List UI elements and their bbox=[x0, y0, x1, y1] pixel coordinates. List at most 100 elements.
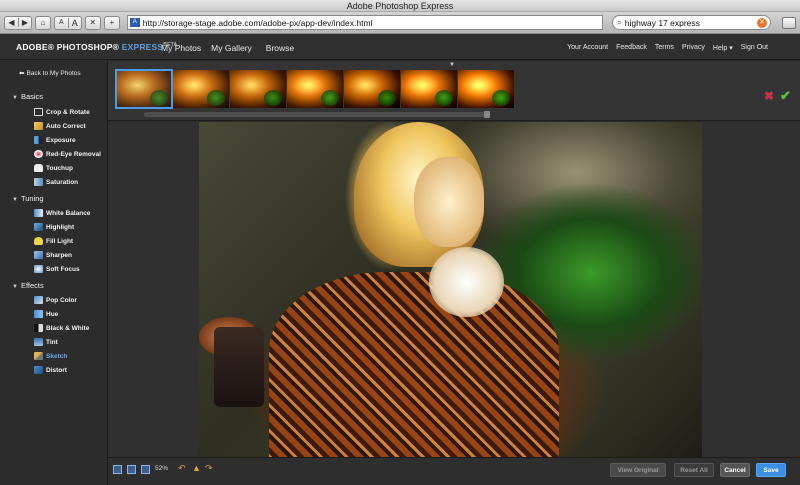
address-text: http://storage-stage.adobe.com/adobe-px/… bbox=[142, 17, 373, 28]
expand-triangle-icon: ▼ bbox=[12, 95, 18, 101]
tool-label: Exposure bbox=[46, 136, 76, 144]
add-bookmark-button[interactable]: + bbox=[103, 15, 120, 30]
scrollbar-thumb[interactable] bbox=[484, 111, 490, 118]
preview-thumbnail[interactable] bbox=[287, 70, 343, 108]
editor-bottom-bar: 52% ↶ ▲ ↷ View Original Reset All Cancel… bbox=[108, 457, 800, 485]
history-up-icon[interactable]: ▲ bbox=[192, 463, 201, 473]
forward-button[interactable]: ▶ bbox=[17, 18, 31, 27]
view-mode-button-2[interactable] bbox=[127, 465, 136, 474]
preview-thumbnail[interactable] bbox=[115, 69, 173, 109]
black-white-icon bbox=[34, 324, 43, 332]
save-button[interactable]: Save bbox=[756, 463, 786, 477]
back-arrow-icon: ⬅ bbox=[19, 70, 25, 77]
preview-thumbnails bbox=[115, 69, 514, 109]
tool-auto-correct[interactable]: Auto Correct bbox=[34, 122, 86, 130]
saturation-icon bbox=[34, 178, 43, 186]
preview-thumbnail[interactable] bbox=[458, 70, 514, 108]
preview-thumbnail[interactable] bbox=[173, 70, 229, 108]
hand-icon bbox=[34, 164, 43, 172]
tool-distort[interactable]: Distort bbox=[34, 366, 67, 374]
main-nav: My Photos My Gallery Browse bbox=[161, 43, 294, 53]
window-titlebar: Adobe Photoshop Express bbox=[0, 0, 800, 12]
reject-icon[interactable]: ✖ bbox=[764, 89, 774, 103]
section-effects[interactable]: ▼ Effects bbox=[12, 281, 44, 290]
photo-face-region bbox=[414, 157, 484, 247]
tool-label: Pop Color bbox=[46, 296, 78, 304]
expand-triangle-icon: ▼ bbox=[12, 284, 18, 290]
pencil-icon bbox=[34, 352, 43, 360]
photo-cup-region bbox=[214, 327, 264, 407]
preview-thumbnail[interactable] bbox=[344, 70, 400, 108]
section-tuning[interactable]: ▼ Tuning bbox=[12, 194, 44, 203]
nav-my-gallery[interactable]: My Gallery bbox=[211, 43, 252, 53]
tool-label: Sketch bbox=[46, 352, 68, 360]
text-size-buttons: A A bbox=[53, 15, 82, 30]
collapse-strip-icon[interactable]: ▼ bbox=[448, 62, 456, 68]
link-terms[interactable]: Terms bbox=[655, 44, 674, 52]
section-title: Tuning bbox=[20, 194, 44, 203]
eye-icon bbox=[34, 150, 43, 158]
preview-thumbnail[interactable] bbox=[401, 70, 457, 108]
tool-label: Crop & Rotate bbox=[46, 108, 90, 116]
home-button[interactable]: ⌂ bbox=[34, 15, 51, 30]
nav-my-photos[interactable]: My Photos bbox=[161, 43, 201, 53]
photo-sweater-region bbox=[269, 272, 559, 457]
link-feedback[interactable]: Feedback bbox=[616, 44, 647, 52]
back-to-my-photos-link[interactable]: ⬅ Back to My Photos bbox=[19, 69, 81, 77]
redo-icon[interactable]: ↷ bbox=[205, 463, 213, 474]
reset-all-button[interactable]: Reset All bbox=[674, 463, 714, 477]
tool-highlight[interactable]: Highlight bbox=[34, 223, 74, 231]
nav-browse[interactable]: Browse bbox=[266, 43, 294, 53]
white-balance-icon bbox=[34, 209, 43, 217]
strip-scrollbar[interactable] bbox=[144, 111, 490, 118]
text-smaller-button[interactable]: A bbox=[55, 19, 68, 26]
view-mode-button-1[interactable] bbox=[113, 465, 122, 474]
search-value: highway 17 express bbox=[624, 17, 700, 28]
stop-button[interactable]: ✕ bbox=[84, 15, 101, 30]
tool-label: Red-Eye Removal bbox=[46, 150, 101, 158]
tool-pop-color[interactable]: Pop Color bbox=[34, 296, 77, 304]
section-basics[interactable]: ▼ Basics bbox=[12, 92, 43, 101]
back-button[interactable]: ◀ bbox=[5, 18, 18, 27]
text-larger-button[interactable]: A bbox=[67, 17, 81, 28]
tool-white-balance[interactable]: White Balance bbox=[34, 209, 90, 217]
accept-icon[interactable]: ✔ bbox=[780, 88, 791, 104]
cancel-button[interactable]: Cancel bbox=[720, 463, 750, 477]
tool-tint[interactable]: Tint bbox=[34, 338, 58, 346]
tool-fill-light[interactable]: Fill Light bbox=[34, 237, 73, 245]
link-privacy[interactable]: Privacy bbox=[682, 44, 705, 52]
fit-view-button[interactable] bbox=[141, 465, 150, 474]
adobe-favicon-icon: A bbox=[129, 18, 140, 27]
link-sign-out[interactable]: Sign Out bbox=[741, 44, 768, 52]
preview-thumbnail[interactable] bbox=[230, 70, 286, 108]
undo-icon[interactable]: ↶ bbox=[178, 463, 186, 474]
tool-label: Fill Light bbox=[46, 237, 74, 245]
rss-icon[interactable] bbox=[782, 16, 796, 29]
hue-icon bbox=[34, 310, 43, 318]
tool-sketch[interactable]: Sketch bbox=[34, 352, 67, 360]
tool-crop-rotate[interactable]: Crop & Rotate bbox=[34, 108, 90, 116]
view-original-button[interactable]: View Original bbox=[610, 463, 666, 477]
logo-brand: ADOBE® PHOTOSHOP® bbox=[16, 42, 120, 52]
tool-sharpen[interactable]: Sharpen bbox=[34, 251, 72, 259]
browser-toolbar: ◀ ▶ ⌂ A A ✕ + A http://storage-stage.ado… bbox=[0, 12, 800, 34]
tool-label: Sharpen bbox=[46, 251, 73, 259]
tool-saturation[interactable]: Saturation bbox=[34, 178, 78, 186]
tool-exposure[interactable]: Exposure bbox=[34, 136, 76, 144]
soft-focus-icon bbox=[34, 265, 43, 273]
tool-hue[interactable]: Hue bbox=[34, 310, 58, 318]
back-label: Back to My Photos bbox=[26, 70, 81, 77]
photo-canvas bbox=[108, 122, 800, 457]
tool-soft-focus[interactable]: Soft Focus bbox=[34, 265, 80, 273]
tool-label: White Balance bbox=[46, 209, 91, 217]
address-bar[interactable]: A http://storage-stage.adobe.com/adobe-p… bbox=[126, 15, 603, 30]
tool-red-eye[interactable]: Red-Eye Removal bbox=[34, 150, 101, 158]
link-help[interactable]: Help ▾ bbox=[713, 44, 733, 52]
link-your-account[interactable]: Your Account bbox=[567, 44, 608, 52]
tool-touchup[interactable]: Touchup bbox=[34, 164, 73, 172]
edited-photo[interactable] bbox=[199, 122, 702, 457]
effect-preview-strip: ▼ ✖ ✔ bbox=[108, 61, 800, 121]
search-field[interactable]: ⌕ highway 17 express ✕ bbox=[611, 15, 772, 30]
clear-search-icon[interactable]: ✕ bbox=[757, 18, 768, 28]
tool-black-white[interactable]: Black & White bbox=[34, 324, 89, 332]
